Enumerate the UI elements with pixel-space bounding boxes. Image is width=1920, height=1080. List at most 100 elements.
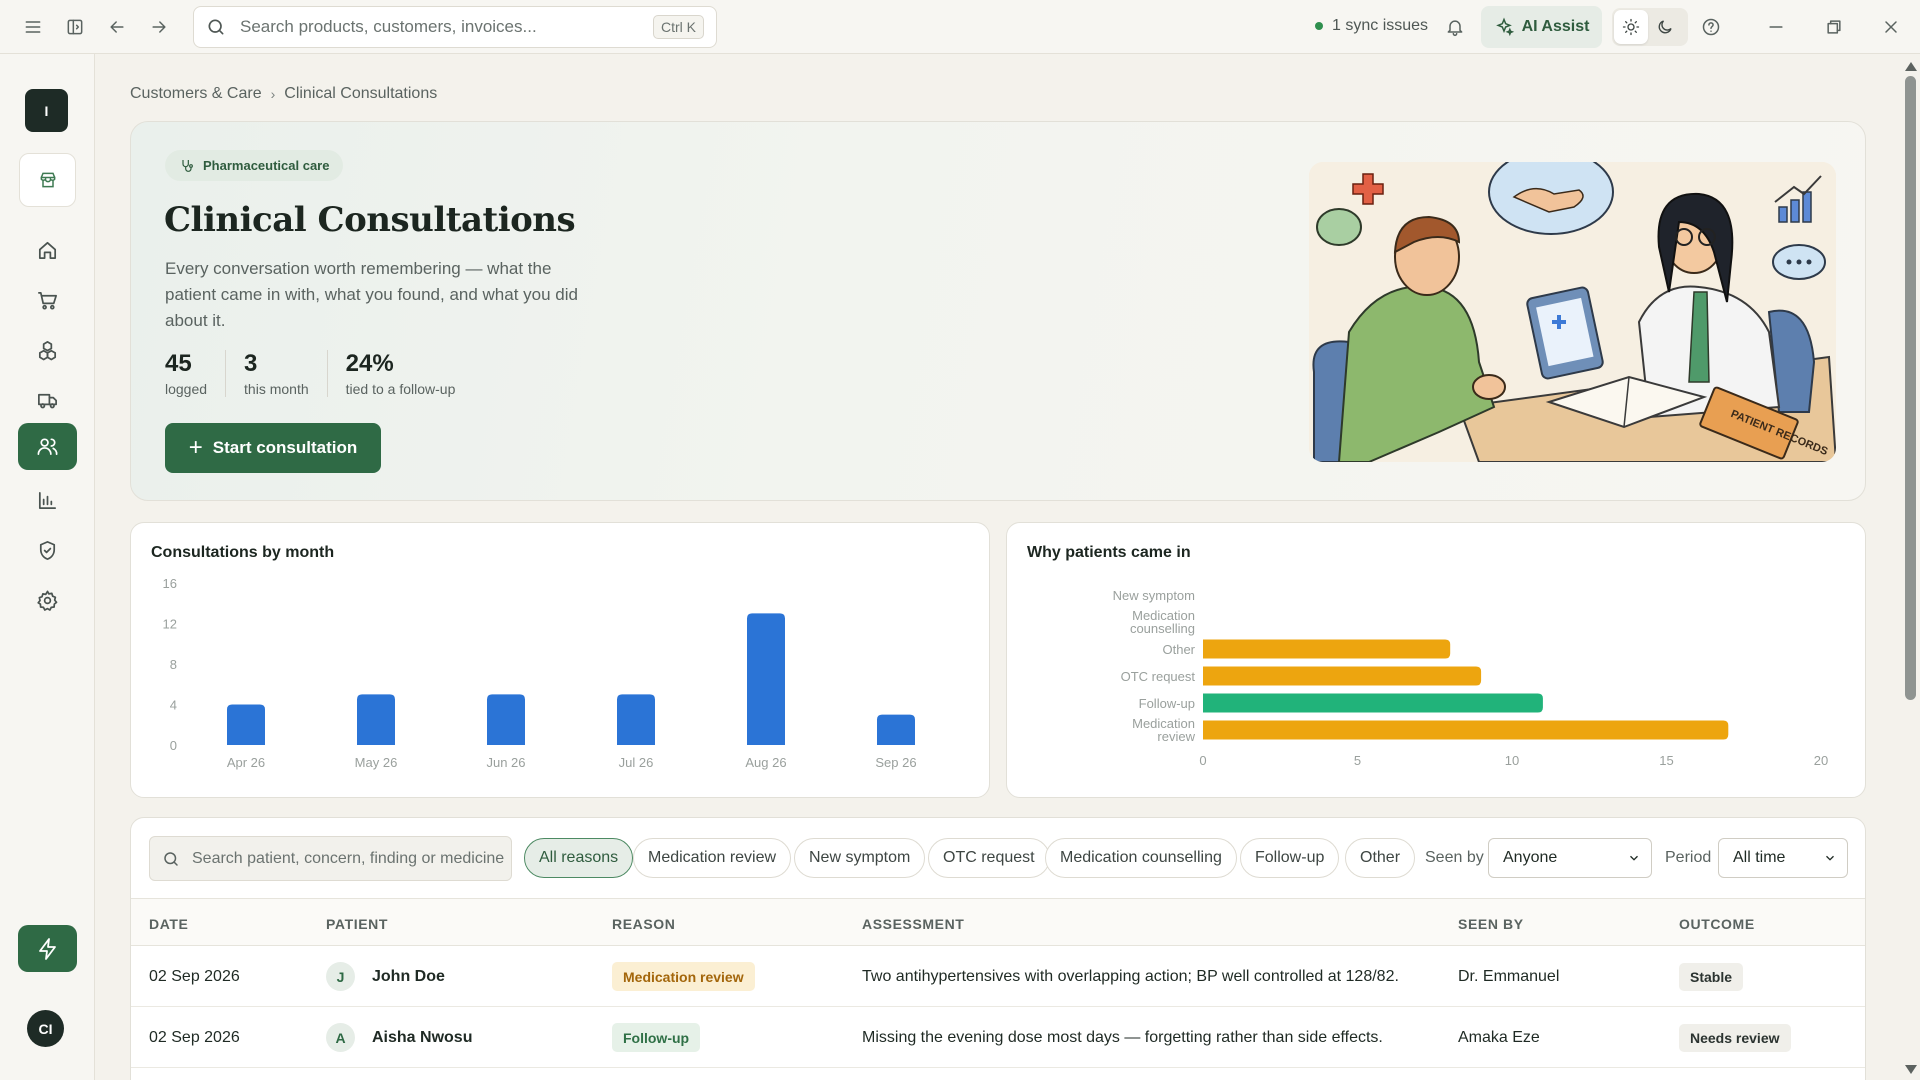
bar[interactable] [357, 694, 395, 745]
stat-value: 24% [345, 350, 394, 377]
period-select[interactable]: All time [1718, 838, 1848, 878]
page-title: Clinical Consultations [164, 200, 576, 240]
store-selector[interactable] [19, 153, 76, 207]
y-tick-label: 0 [170, 738, 177, 753]
x-tick-label: Jul 26 [619, 755, 654, 770]
global-search-input[interactable]: Search products, customers, invoices... … [193, 6, 717, 48]
start-consultation-button[interactable]: + Start consultation [165, 423, 381, 473]
y-category-label: Other [1162, 642, 1195, 657]
y-category-label: Follow-up [1139, 696, 1195, 711]
restore-icon[interactable] [1813, 6, 1855, 48]
y-tick-label: 8 [170, 657, 177, 672]
x-tick-label: 10 [1505, 753, 1519, 768]
quick-actions-button[interactable] [18, 925, 77, 972]
sidebar-item-reports[interactable] [18, 477, 77, 524]
chevron-down-icon [1630, 855, 1638, 861]
filter-medication-counselling[interactable]: Medication counselling [1045, 838, 1237, 878]
y-category-label-cont: counselling [1130, 621, 1195, 636]
bar[interactable] [1203, 666, 1482, 686]
column-outcome[interactable]: OUTCOME [1679, 916, 1755, 932]
stethoscope-icon [182, 159, 193, 172]
menu-icon[interactable] [12, 6, 54, 48]
filter-otc-request[interactable]: OTC request [928, 838, 1050, 878]
bell-icon[interactable] [1434, 6, 1476, 48]
x-tick-label: 5 [1354, 753, 1361, 768]
filter-follow-up[interactable]: Follow-up [1240, 838, 1340, 878]
row-assessment: Missing the evening dose most days — for… [862, 1029, 1383, 1046]
bar[interactable] [1203, 639, 1451, 659]
top-bar: Search products, customers, invoices... … [0, 0, 1920, 54]
consultation-illustration: PATIENT RECORDS [1309, 162, 1836, 462]
consultations-table-card: Search patient, concern, finding or medi… [130, 817, 1866, 1080]
stat-label: logged [165, 381, 208, 397]
period-label: Period [1665, 849, 1712, 866]
organization-switcher[interactable]: I [25, 89, 68, 132]
sidebar-item-home[interactable] [18, 227, 77, 274]
bar[interactable] [1203, 693, 1543, 713]
column-reason[interactable]: REASON [612, 916, 676, 932]
sidebar-item-compliance[interactable] [18, 527, 77, 574]
column-date[interactable]: DATE [149, 916, 188, 932]
sidebar-item-inventory[interactable] [18, 327, 77, 374]
truck-icon [38, 393, 57, 409]
table-row[interactable]: 02 Sep 2026 J John Doe Medication review… [131, 946, 1865, 1007]
column-seen-by[interactable]: SEEN BY [1458, 916, 1524, 932]
consultation-search-placeholder: Search patient, concern, finding or medi… [192, 849, 505, 867]
bar[interactable] [877, 714, 915, 745]
patient-avatar: A [326, 1023, 355, 1052]
column-patient[interactable]: PATIENT [326, 916, 388, 932]
scrollbar-thumb[interactable] [1905, 76, 1916, 700]
bar[interactable] [227, 704, 265, 746]
bar[interactable] [487, 694, 525, 745]
sidebar: I CI [0, 54, 95, 1080]
ai-assist-button[interactable]: AI Assist [1481, 6, 1602, 48]
bar[interactable] [1203, 720, 1729, 740]
bar[interactable] [617, 694, 655, 745]
filter-other[interactable]: Other [1345, 838, 1416, 878]
sidebar-item-settings[interactable] [18, 577, 77, 624]
store-icon [40, 172, 55, 188]
row-date: 02 Sep 2026 [149, 1029, 240, 1046]
scroll-down-arrow-icon[interactable] [1905, 1065, 1917, 1074]
help-icon[interactable] [1690, 6, 1732, 48]
row-date: 02 Sep 2026 [149, 968, 240, 985]
minimize-icon[interactable] [1755, 6, 1797, 48]
seen-by-select[interactable]: Anyone [1488, 838, 1652, 878]
table-row[interactable]: 02 Sep 2026 A Aisha Nwosu Follow-up Miss… [131, 1007, 1865, 1068]
forward-arrow-icon[interactable] [138, 6, 180, 48]
row-patient[interactable]: John Doe [372, 968, 445, 986]
light-mode-option[interactable] [1614, 10, 1648, 44]
sidebar-toggle-icon[interactable] [54, 6, 96, 48]
sync-dot-icon [1315, 22, 1323, 30]
sidebar-item-sales[interactable] [18, 277, 77, 324]
lightning-icon [38, 937, 56, 960]
sidebar-item-deliveries[interactable] [18, 377, 77, 424]
breadcrumb-current: Clinical Consultations [284, 85, 438, 102]
table-header: DATE PATIENT REASON ASSESSMENT SEEN BY O… [131, 898, 1865, 946]
filter-new-symptom[interactable]: New symptom [794, 838, 926, 878]
scroll-up-arrow-icon[interactable] [1905, 62, 1917, 71]
sidebar-item-customers[interactable] [18, 423, 77, 470]
row-outcome-badge: Stable [1679, 963, 1744, 991]
filter-medication-review[interactable]: Medication review [633, 838, 792, 878]
consultation-search-input[interactable]: Search patient, concern, finding or medi… [149, 836, 512, 881]
column-assessment[interactable]: ASSESSMENT [862, 916, 964, 932]
back-arrow-icon[interactable] [96, 6, 138, 48]
x-tick-label: 20 [1814, 753, 1828, 768]
dark-mode-option[interactable] [1648, 10, 1682, 44]
theme-toggle[interactable] [1612, 8, 1688, 46]
stat-value: 3 [244, 350, 258, 377]
row-assessment: Two antihypertensives with overlapping a… [862, 968, 1399, 985]
filter-all-reasons[interactable]: All reasons [524, 838, 634, 878]
patient-avatar: J [326, 962, 355, 991]
row-seen-by: Dr. Emmanuel [1458, 968, 1560, 985]
x-tick-label: 0 [1199, 753, 1206, 768]
close-icon[interactable] [1870, 6, 1912, 48]
user-avatar[interactable]: CI [27, 1010, 64, 1047]
row-patient[interactable]: Aisha Nwosu [372, 1029, 472, 1047]
breadcrumb-parent[interactable]: Customers & Care [130, 85, 262, 103]
page-scrollbar[interactable] [1901, 54, 1920, 1080]
bar[interactable] [747, 613, 785, 745]
breadcrumb: Customers & Care › Clinical Consultation… [130, 85, 437, 103]
sync-status[interactable]: 1 sync issues [1315, 17, 1428, 35]
